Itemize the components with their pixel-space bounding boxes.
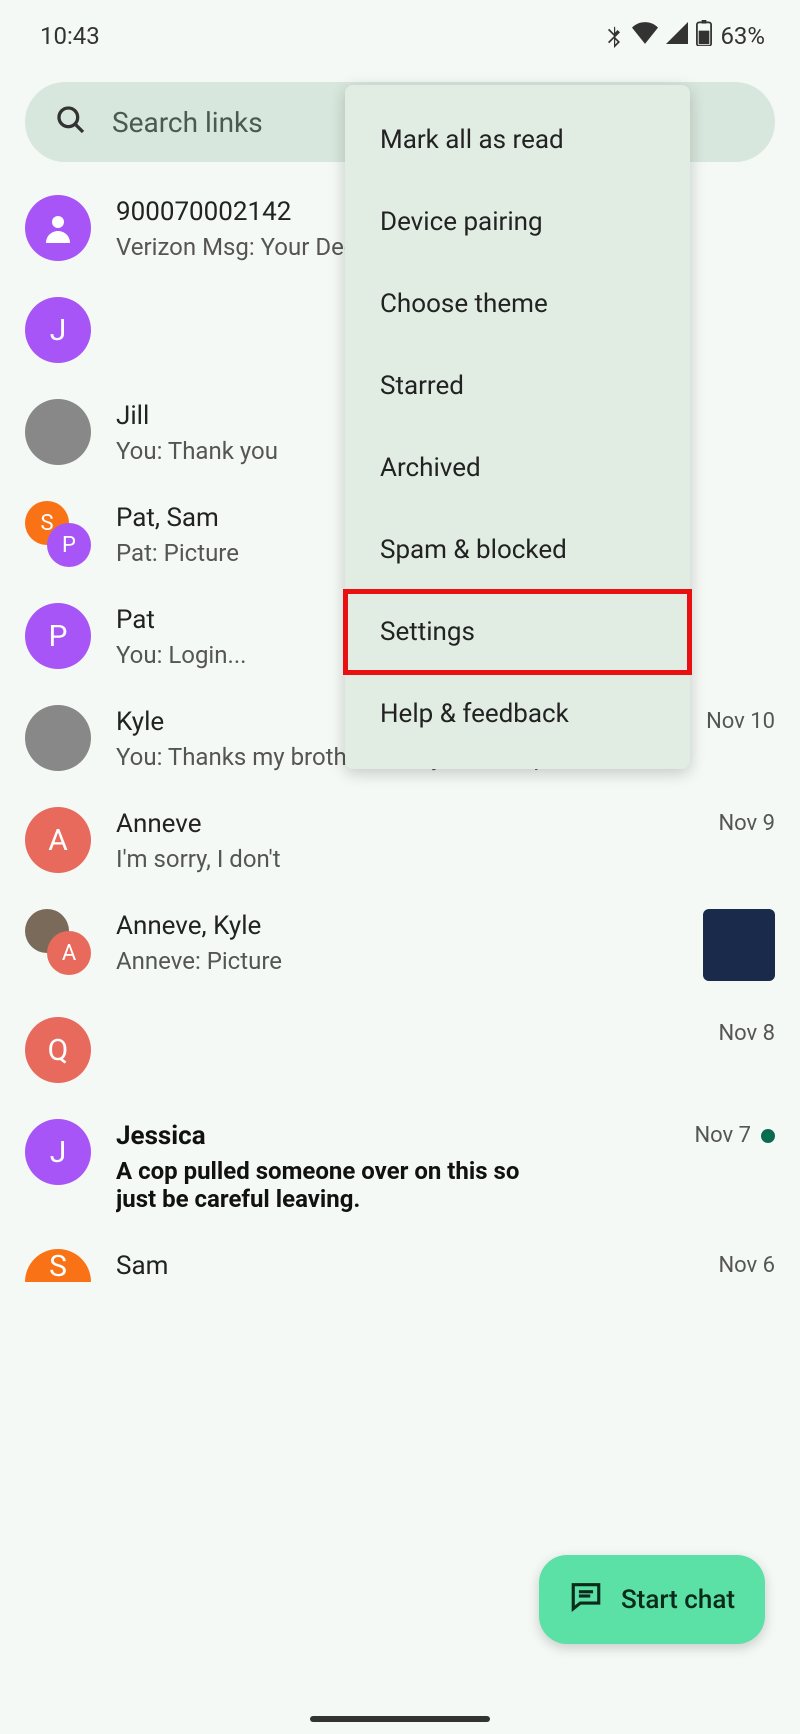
conversation-item[interactable]: Q Nov 8 (25, 999, 775, 1101)
menu-item-settings[interactable]: Settings (345, 591, 690, 673)
conversation-title: Sam (116, 1251, 693, 1281)
menu-item-help-feedback[interactable]: Help & feedback (345, 673, 690, 755)
conversation-title: Jessica (116, 1121, 669, 1151)
signal-icon (666, 22, 688, 50)
conversation-date: Nov 10 (706, 709, 775, 734)
conversation-body: Sam (116, 1249, 693, 1287)
menu-item-device-pairing[interactable]: Device pairing (345, 181, 690, 263)
conversation-meta: Nov 6 (718, 1249, 775, 1278)
wifi-icon (632, 22, 658, 50)
avatar (25, 705, 91, 771)
start-chat-fab[interactable]: Start chat (539, 1555, 765, 1644)
chat-icon (569, 1579, 603, 1620)
fab-label: Start chat (621, 1585, 735, 1615)
conversation-preview: A cop pulled someone over on this so jus… (116, 1157, 536, 1213)
status-icons-group: 63% (604, 20, 765, 52)
menu-item-choose-theme[interactable]: Choose theme (345, 263, 690, 345)
status-time: 10:43 (40, 22, 100, 50)
conversation-item[interactable]: S Sam Nov 6 (25, 1231, 775, 1305)
conversation-item[interactable]: J Jessica A cop pulled someone over on thi… (25, 1101, 775, 1231)
conversation-meta: Nov 8 (718, 1017, 775, 1046)
conversation-item[interactable]: A Anneve, Kyle Anneve: Picture (25, 891, 775, 999)
avatar: P (25, 603, 91, 669)
avatar: J (25, 1119, 91, 1185)
menu-item-archived[interactable]: Archived (345, 427, 690, 509)
conversation-meta: Nov 9 (718, 807, 775, 836)
menu-item-spam-blocked[interactable]: Spam & blocked (345, 509, 690, 591)
menu-item-mark-all-as-read[interactable]: Mark all as read (345, 99, 690, 181)
overflow-menu: Mark all as readDevice pairingChoose the… (345, 85, 690, 769)
conversation-item[interactable]: A Anneve I'm sorry, I don't Nov 9 (25, 789, 775, 891)
avatar: SP (25, 501, 91, 567)
battery-icon (696, 20, 712, 52)
nav-pill[interactable] (310, 1716, 490, 1722)
conversation-date: Nov 6 (718, 1253, 775, 1278)
battery-percent: 63% (720, 22, 765, 50)
status-bar: 10:43 63% (0, 0, 800, 62)
avatar (25, 195, 91, 261)
avatar: A (25, 909, 91, 975)
search-icon (55, 104, 87, 140)
conversation-body: Jessica A cop pulled someone over on this… (116, 1119, 669, 1213)
conversation-title: Anneve, Kyle (116, 911, 670, 941)
conversation-date: Nov 8 (718, 1021, 775, 1046)
conversation-body (116, 1017, 693, 1025)
conversation-body: Anneve, Kyle Anneve: Picture (116, 909, 670, 975)
avatar: J (25, 297, 91, 363)
unread-dot (761, 1129, 775, 1143)
conversation-date: Nov 7 (694, 1123, 751, 1148)
avatar: S (25, 1249, 91, 1282)
bluetooth-icon (604, 24, 624, 48)
avatar: A (25, 807, 91, 873)
conversation-meta: Nov 7 (694, 1119, 775, 1148)
message-thumbnail (703, 909, 775, 981)
search-placeholder: Search links (112, 106, 263, 139)
conversation-preview: I'm sorry, I don't (116, 845, 656, 873)
avatar (25, 399, 91, 465)
conversation-meta: Nov 10 (706, 705, 775, 734)
conversation-body: Anneve I'm sorry, I don't (116, 807, 693, 873)
avatar: Q (25, 1017, 91, 1083)
conversation-preview: Anneve: Picture (116, 947, 656, 975)
menu-item-starred[interactable]: Starred (345, 345, 690, 427)
conversation-title: Anneve (116, 809, 693, 839)
conversation-date: Nov 9 (718, 811, 775, 836)
